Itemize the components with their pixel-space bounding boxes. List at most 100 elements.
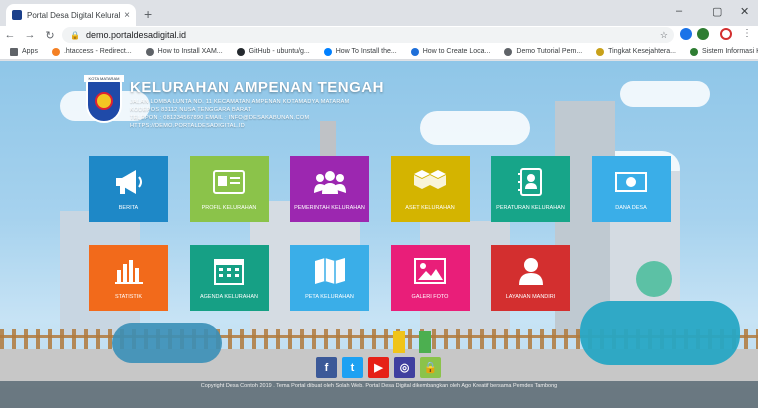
garuda-icon [596,47,605,56]
boxes-icon [413,167,447,197]
webpage: KOTA MATARAM KELURAHAN AMPENAN TENGAH JA… [0,61,758,408]
menu-tile-label: PEMERINTAH KELURAHAN [294,205,365,211]
people-group-icon [313,167,347,197]
tab-strip: Portal Desa Digital Kelurahan Am × + – ▢… [0,0,758,26]
menu-tile-galeri-foto[interactable]: GALERI FOTO [390,245,470,311]
menu-tile-dana-desa[interactable]: DANA DESA [591,156,671,222]
site-icon [504,47,513,56]
bookmark-label: GitHub - ubuntu/g... [248,48,310,55]
menu-tile-berita[interactable]: BERITA [89,156,168,222]
instagram-icon[interactable]: ◎ [394,357,415,378]
rider-helmet [636,261,672,297]
maximize-button[interactable]: ▢ [712,5,722,18]
address-bar[interactable]: 🔒 demo.portaldesadigital.id ☆ [62,27,674,43]
scooter-illustration [112,323,222,363]
megaphone-icon [112,167,146,197]
close-window-button[interactable]: ✕ [740,5,749,18]
trash-bin [419,331,431,353]
menu-tile-pemerintah-kelurahan[interactable]: PEMERINTAH KELURAHAN [290,156,369,222]
minimize-button[interactable]: – [676,5,682,17]
bookmark-label: Apps [22,48,38,55]
lock-icon: 🔒 [70,30,80,40]
site-header: KOTA MATARAM KELURAHAN AMPENAN TENGAH JA… [84,75,486,149]
map-icon [313,256,347,286]
lock-icon[interactable]: 🔒 [420,357,441,378]
calendar-icon [212,256,246,286]
bookmark-item[interactable]: How to Install XAM... [145,47,223,56]
menu-kebab-icon[interactable]: ⋮ [742,28,752,39]
bar-chart-icon [112,256,146,286]
bookmark-label: How to Create Loca... [422,48,491,55]
logo-caption: KOTA MATARAM [84,75,124,82]
menu-tile-label: PROFIL KELURAHAN [201,205,257,211]
menu-tile-label: PERATURAN KELURAHAN [496,205,565,211]
youtube-icon[interactable]: ▶ [368,357,389,378]
bookmark-label: Demo Tutorial Pem... [516,48,583,55]
scooter-illustration [580,301,740,365]
menu-tile-label: GALERI FOTO [411,294,449,300]
bookmark-item[interactable]: How To Install the... [323,47,397,56]
menu-tile-label: AGENDA KELURAHAN [199,294,259,300]
bookmark-item[interactable]: GitHub - ubuntu/g... [236,47,310,56]
bookmark-item[interactable]: .htaccess - Redirect... [51,47,132,56]
browser-window: Portal Desa Digital Kelurahan Am × + – ▢… [0,0,758,408]
menu-tile-aset-kelurahan[interactable]: ASET KELURAHAN [390,156,470,222]
trash-bin [393,331,405,353]
forward-arrow-icon[interactable]: → [20,29,40,41]
extension-icon[interactable] [720,28,732,40]
tab-close-icon[interactable]: × [124,10,130,21]
menu-tile-label: STATISTIK [115,294,142,300]
bookmark-item[interactable]: Tingkat Kesejahtera... [596,47,676,56]
url-text: demo.portaldesadigital.id [85,30,187,40]
menu-tile-label: PETA KELURAHAN [305,294,354,300]
extension-icon[interactable] [697,28,709,40]
menu-tile-profil-kelurahan[interactable]: PROFIL KELURAHAN [189,156,269,222]
menu-tile-layanan-mandiri[interactable]: LAYANAN MANDIRI [491,245,570,311]
menu-tile-statistik[interactable]: STATISTIK [89,245,168,311]
menu-tile-peta-kelurahan[interactable]: PETA KELURAHAN [290,245,369,311]
active-tab[interactable]: Portal Desa Digital Kelurahan Am × [6,4,136,26]
image-icon [413,256,447,286]
back-arrow-icon[interactable]: ← [0,29,20,41]
bookmark-label: How To Install the... [335,48,397,55]
stackoverflow-icon [51,47,60,56]
contact-line: TELEPON : 081234567890 EMAIL : INFO@DESA… [130,115,310,121]
cloud [620,81,710,107]
site-title: KELURAHAN AMPENAN TENGAH [130,79,384,96]
menu-tile-label: DANA DESA [615,205,647,211]
tab-title: Portal Desa Digital Kelurahan Am [27,10,120,20]
menu-tile-label: BERITA [118,205,139,211]
reload-icon[interactable]: ↻ [40,29,60,42]
bookmark-item[interactable]: How to Create Loca... [410,47,491,56]
address-book-icon [514,167,548,197]
id-card-icon [212,167,246,197]
bookmark-label: .htaccess - Redirect... [63,48,132,55]
bookmark-label: Sistem Informasi Ka... [702,48,758,55]
menu-tile-label: LAYANAN MANDIRI [505,294,556,300]
menu-tile-label: ASET KELURAHAN [405,205,455,211]
site-icon [690,47,698,56]
address-line: JALAN LOMBA LUNTA NO. 11 KECAMATAN AMPEN… [130,99,350,105]
website-line: HTTPS://DEMO.PORTALDESADIGITAL.ID [130,123,246,129]
bookmark-item[interactable]: Apps [10,47,38,56]
city-emblem-logo [86,79,122,123]
postcode-line: KODEPOS 83112 NUSA TENGGARA BARAT [130,107,252,113]
new-tab-button[interactable]: + [144,6,152,22]
browser-toolbar: ← → ↻ 🔒 demo.portaldesadigital.id ☆ ⋮ [0,26,758,44]
github-icon [236,47,245,56]
menu-tile-agenda-kelurahan[interactable]: AGENDA KELURAHAN [189,245,269,311]
bookmark-item[interactable]: Demo Tutorial Pem... [504,47,583,56]
site-favicon-icon [12,10,22,20]
bookmarks-bar: Apps .htaccess - Redirect... How to Instal… [0,44,758,60]
star-icon[interactable]: ☆ [660,30,668,41]
bookmark-label: Tingkat Kesejahtera... [608,48,676,55]
digitalocean-icon [323,47,332,56]
bookmark-item[interactable]: Sistem Informasi Ka... [690,47,758,56]
extension-icon[interactable] [680,28,692,40]
site-icon [145,47,154,56]
twitter-icon[interactable]: t [342,357,363,378]
facebook-icon[interactable]: f [316,357,337,378]
shield-icon [410,47,419,56]
footer-copyright: Copyright Desa Contoh 2019 . Tema Portal… [200,383,558,389]
menu-tile-peraturan-kelurahan[interactable]: PERATURAN KELURAHAN [491,156,570,222]
